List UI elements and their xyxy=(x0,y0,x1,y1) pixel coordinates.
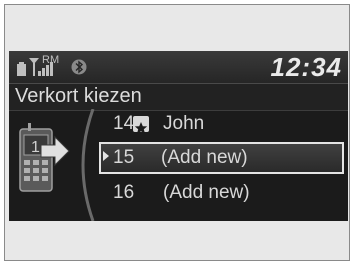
entry-number: 16 xyxy=(113,182,135,203)
list-item[interactable]: 16 (Add new) xyxy=(99,178,344,208)
speed-dial-list: 14 John 15 (Add new) 16 (Add new) xyxy=(9,109,348,221)
entry-name: (Add new) xyxy=(163,182,250,203)
entry-name: (Add new) xyxy=(161,147,248,168)
entry-name: John xyxy=(163,113,205,134)
entry-number: 15 xyxy=(113,147,135,168)
clock: 12:34 xyxy=(270,52,342,82)
screen-title: Verkort kiezen xyxy=(15,85,142,107)
selection-pointer-icon xyxy=(103,151,109,161)
roaming-indicator: RM xyxy=(42,54,60,66)
title-bar: Verkort kiezen xyxy=(9,83,348,111)
list-item-selected[interactable]: 15 (Add new) xyxy=(99,142,344,174)
entry-number: 14 xyxy=(113,113,135,134)
battery-icon xyxy=(17,62,26,76)
star-icon xyxy=(133,116,149,134)
list-item[interactable]: 14 John xyxy=(99,109,344,139)
bluetooth-icon xyxy=(71,59,87,75)
status-bar: RM 12:34 xyxy=(9,51,348,83)
infotainment-screen: RM 12:34 Verkort kiezen 1 14 John 15 (Ad… xyxy=(9,51,348,221)
